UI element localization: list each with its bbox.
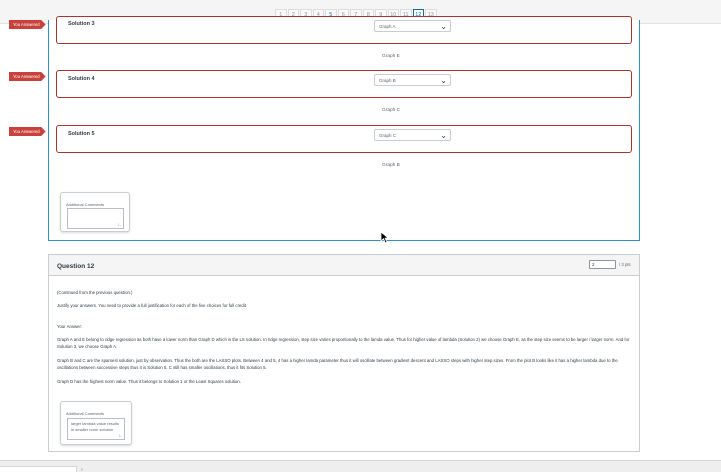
resize-grip-icon: ∟	[118, 432, 123, 439]
solution-title: Solution 5	[68, 131, 95, 137]
solution-3-row: Solution 3 Graph A ⌄	[56, 16, 632, 44]
solution-5-row: Solution 5 Graph C ⌄	[56, 125, 632, 153]
answer-paragraph: Graph D has the highest norm value. Thus…	[57, 379, 241, 384]
points-possible: / 3 pts	[619, 262, 631, 267]
question-title: Question 12	[57, 263, 95, 270]
bottom-bar: ›	[0, 460, 721, 472]
additional-comments-label: Additional Comments	[66, 411, 105, 416]
selected-value: Graph A	[379, 23, 396, 29]
solution-5-select[interactable]: Graph C ⌄	[374, 129, 451, 141]
chevron-down-icon: ⌄	[440, 131, 447, 140]
mouse-cursor-icon	[380, 231, 389, 244]
answer-paragraph: Graph B and C are the sparsest solution,…	[57, 358, 618, 370]
solution-3-select[interactable]: Graph A ⌄	[374, 20, 451, 32]
answer-paragraph: Graph A and E belong to ridge regression…	[57, 337, 630, 349]
solution-4-row: Solution 4 Graph B ⌄	[56, 70, 632, 98]
solution-title: Solution 3	[68, 21, 95, 27]
correct-answer-text: Graph B	[382, 163, 400, 168]
chevron-right-icon[interactable]: ›	[81, 467, 83, 472]
question-12-panel: Question 12 2 / 3 pts (Continued from th…	[48, 254, 640, 452]
selected-value: Graph C	[379, 132, 397, 138]
you-answered-badge: You Answered	[9, 20, 46, 29]
you-answered-badge: You Answered	[9, 72, 46, 81]
correct-answer-text: Graph E	[382, 54, 400, 59]
question-text: (Continued from the previous question.)	[57, 290, 133, 295]
correct-answer-text: Graph C	[382, 108, 401, 113]
bottom-tab[interactable]	[0, 466, 77, 472]
your-answer-label: Your Answer:	[57, 324, 83, 329]
additional-comments-label: Additional Comments	[66, 202, 105, 207]
comments-textarea[interactable]: ∟	[67, 208, 124, 229]
question-text: Justify your answers. You need to provid…	[57, 303, 248, 308]
chevron-down-icon: ⌄	[440, 22, 447, 31]
comment-text: larger lambda value results in smaller n…	[71, 421, 120, 432]
selected-value: Graph B	[379, 77, 396, 83]
resize-grip-icon: ∟	[117, 221, 122, 228]
additional-comments-box: Additional Comments ∟	[60, 192, 130, 232]
chevron-down-icon: ⌄	[440, 76, 447, 85]
additional-comments-box: Additional Comments larger lambda value …	[60, 401, 132, 445]
question-header: Question 12 2 / 3 pts	[49, 255, 639, 276]
comments-textarea[interactable]: larger lambda value results in smaller n…	[67, 418, 125, 440]
score-input[interactable]: 2	[589, 260, 616, 269]
solution-4-select[interactable]: Graph B ⌄	[374, 74, 451, 86]
solution-title: Solution 4	[68, 76, 95, 82]
you-answered-badge: You Answered	[9, 127, 46, 136]
